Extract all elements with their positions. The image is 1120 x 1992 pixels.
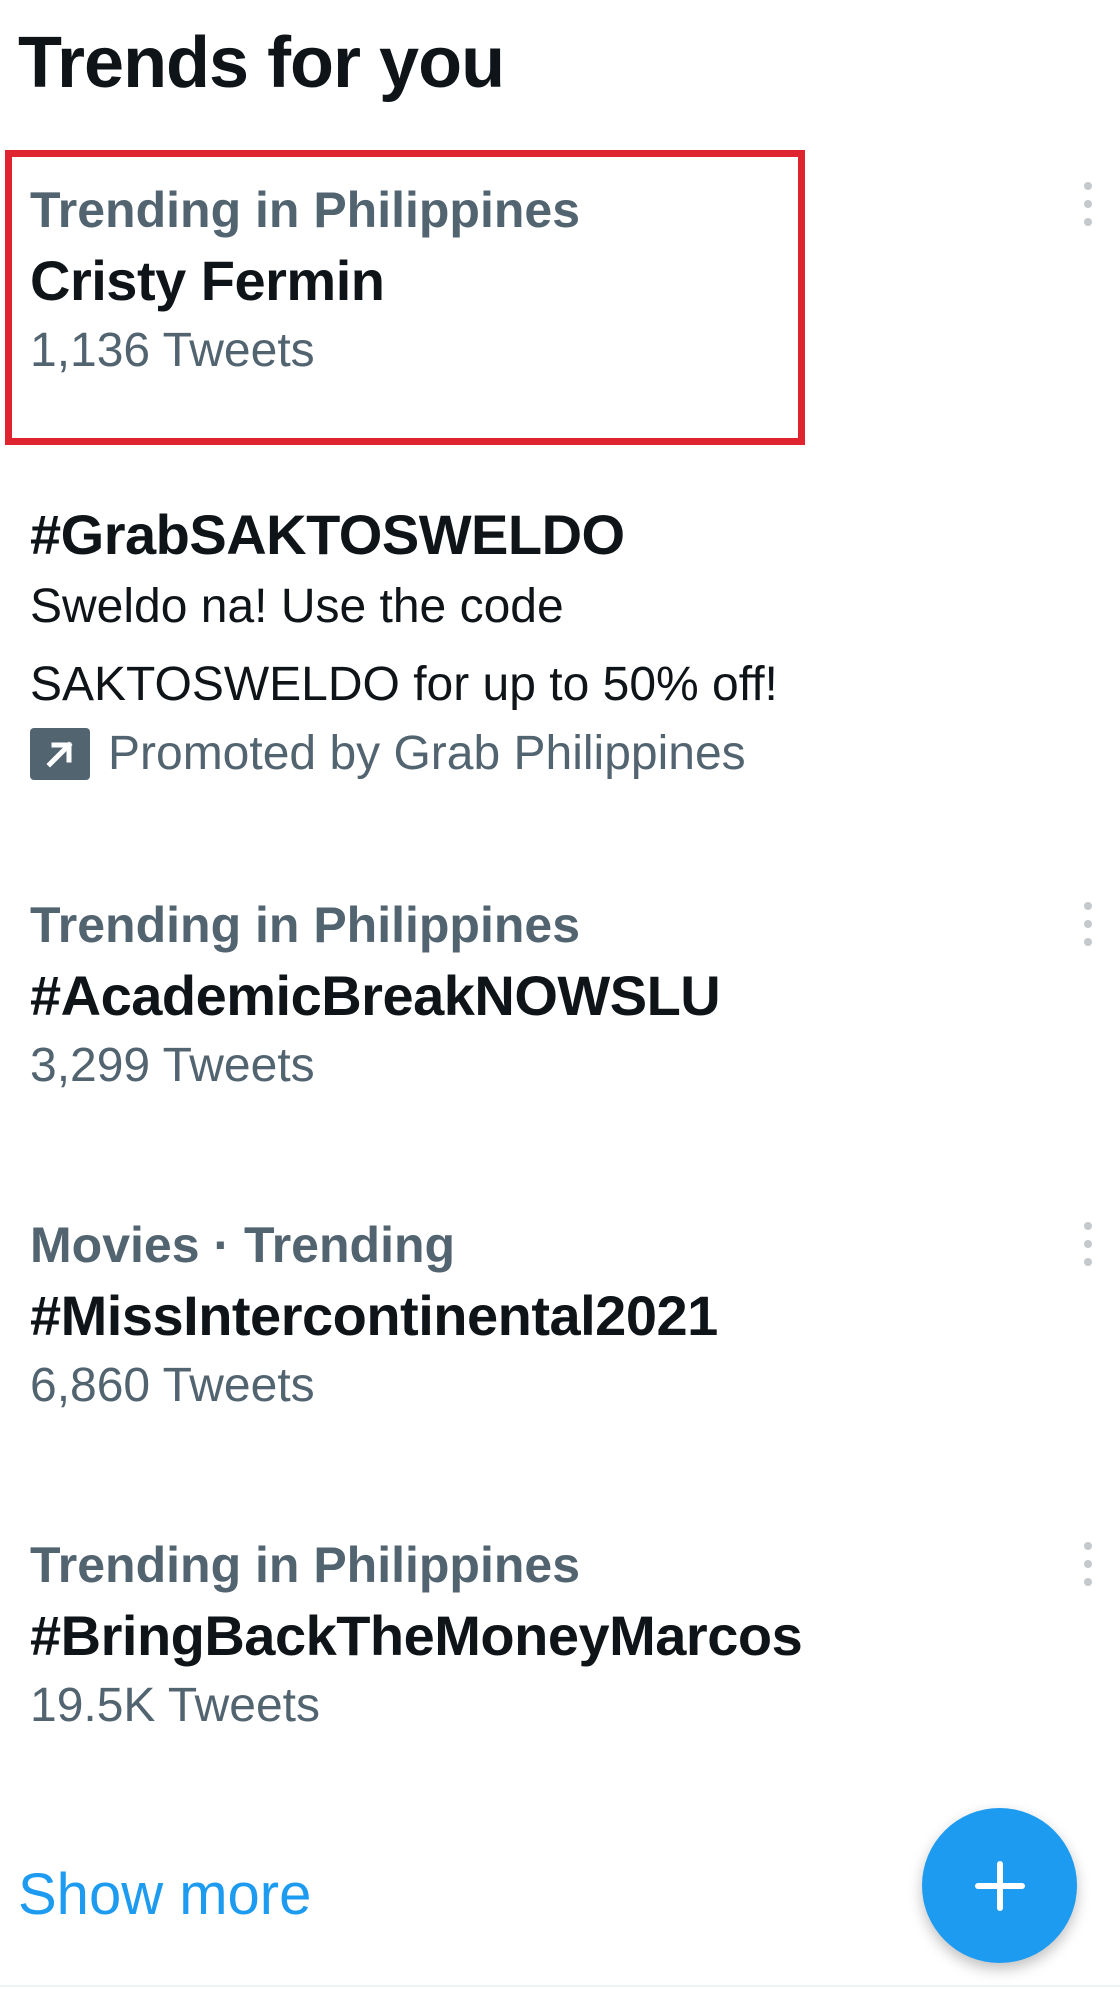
promoted-by[interactable]: Promoted by Grab Philippines (30, 724, 1120, 784)
more-vertical-icon[interactable] (1078, 182, 1098, 226)
trend-name: #AcademicBreakNOWSLU (30, 964, 721, 1027)
trend-context: Trending in Philippines (30, 1537, 581, 1593)
promoted-description-line1: Sweldo na! Use the code (30, 580, 564, 633)
trend-item-promoted[interactable]: #GrabSAKTOSWELDO Sweldo na! Use the code… (30, 500, 1120, 784)
show-more-link[interactable]: Show more (18, 1860, 311, 1930)
trend-tweet-count: 3,299 Tweets (30, 1039, 315, 1092)
trend-item[interactable]: Movies · Trending #MissIntercontinental2… (30, 1215, 1120, 1416)
more-vertical-icon[interactable] (1078, 1542, 1098, 1586)
compose-tweet-button[interactable] (922, 1808, 1077, 1963)
divider (0, 1985, 1120, 1987)
trend-context: Trending in Philippines (30, 897, 581, 953)
trends-panel: Trends for you Trending in Philippines C… (0, 0, 1120, 1992)
trend-name: #BringBackTheMoneyMarcos (30, 1604, 803, 1667)
trend-item[interactable]: Trending in Philippines #AcademicBreakNO… (30, 895, 1120, 1096)
more-vertical-icon[interactable] (1078, 1222, 1098, 1266)
plus-icon (974, 1860, 1025, 1911)
promoted-by-label: Promoted by Grab Philippines (108, 727, 746, 780)
trend-name: #MissIntercontinental2021 (30, 1284, 718, 1347)
trend-name: #GrabSAKTOSWELDO (30, 503, 625, 566)
trend-tweet-count: 19.5K Tweets (30, 1679, 320, 1732)
more-vertical-icon[interactable] (1078, 902, 1098, 946)
trend-tweet-count: 6,860 Tweets (30, 1359, 315, 1412)
highlight-box (5, 150, 805, 445)
page-title: Trends for you (18, 23, 505, 103)
promoted-description-line2: SAKTOSWELDO for up to 50% off! (30, 658, 778, 711)
trend-item[interactable]: Trending in Philippines #BringBackTheMon… (30, 1535, 1120, 1736)
trend-context: Movies · Trending (30, 1217, 456, 1273)
promoted-arrow-icon (30, 728, 90, 780)
